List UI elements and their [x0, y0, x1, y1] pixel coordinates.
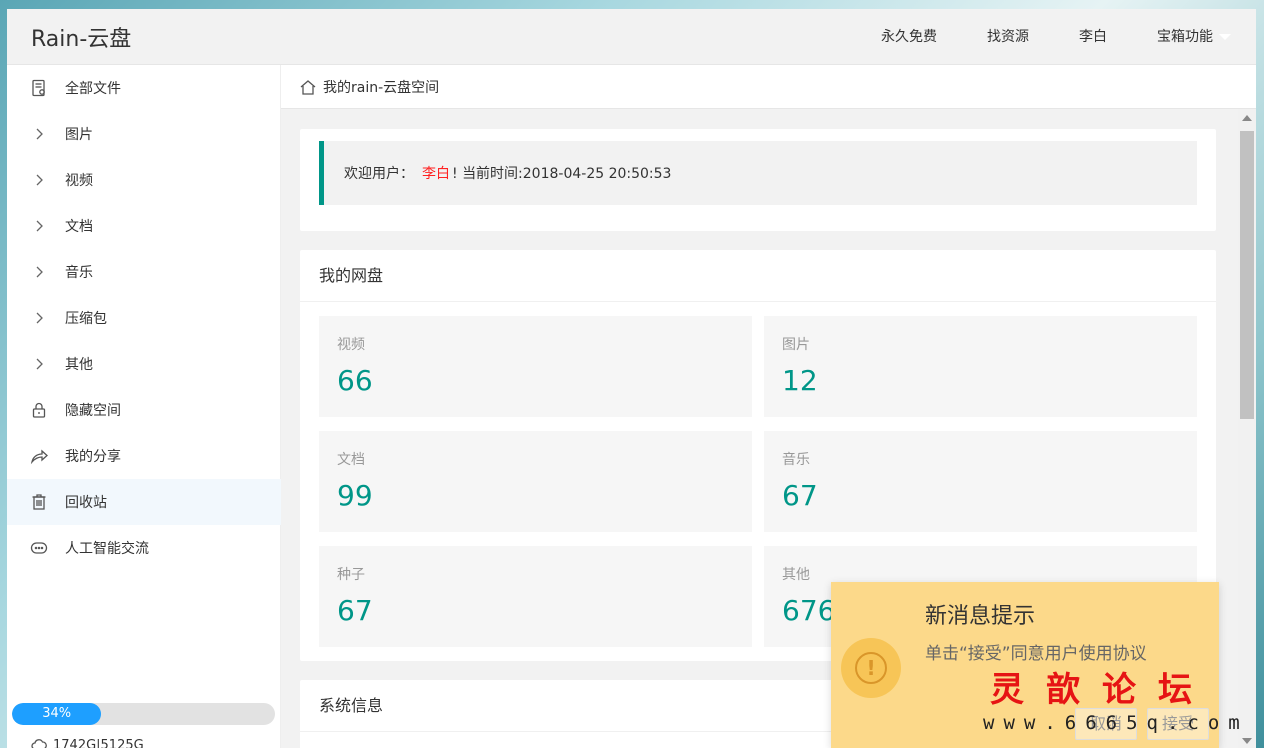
stat-label: 音乐: [782, 452, 810, 468]
stat-value: 67: [337, 594, 373, 627]
scroll-down-icon[interactable]: [1242, 738, 1252, 744]
chevron-right-icon: [29, 124, 49, 144]
nav-treasure[interactable]: 宝箱功能: [1132, 9, 1256, 65]
stat-label: 其他: [782, 567, 810, 583]
stat-images[interactable]: 图片 12: [764, 316, 1197, 417]
top-nav: 永久免费 找资源 李白 宝箱功能: [856, 9, 1256, 65]
watermark-title: 灵歆论坛: [990, 670, 1214, 710]
sidebar-item-label: 人工智能交流: [65, 541, 149, 557]
app-logo[interactable]: Rain-云盘: [31, 21, 131, 53]
sidebar-item-videos[interactable]: 视频: [7, 157, 281, 203]
stat-value: 99: [337, 479, 373, 512]
lock-icon: [29, 400, 49, 420]
sidebar-item-label: 图片: [65, 127, 93, 143]
nav-user[interactable]: 李白: [1054, 9, 1132, 65]
sidebar-item-ai-chat[interactable]: 人工智能交流: [7, 525, 281, 571]
home-icon: [300, 79, 316, 95]
stat-documents[interactable]: 文档 99: [319, 431, 752, 532]
nav-free[interactable]: 永久免费: [856, 9, 962, 65]
breadcrumb-label[interactable]: 我的rain-云盘空间: [323, 77, 439, 97]
sidebar-item-label: 文档: [65, 219, 93, 235]
caret-down-icon: [1219, 34, 1231, 40]
stat-music[interactable]: 音乐 67: [764, 431, 1197, 532]
welcome-time: ! 当前时间:2018-04-25 20:50:53: [452, 166, 672, 182]
stat-label: 视频: [337, 337, 365, 353]
stat-torrents[interactable]: 种子 67: [319, 546, 752, 647]
welcome-prefix: 欢迎用户：: [344, 166, 414, 182]
sidebar-item-label: 回收站: [65, 495, 107, 511]
sidebar-item-images[interactable]: 图片: [7, 111, 281, 157]
sidebar-item-hidden-space[interactable]: 隐藏空间: [7, 387, 281, 433]
chevron-right-icon: [29, 354, 49, 374]
scroll-thumb[interactable]: [1240, 131, 1254, 419]
chevron-right-icon: [29, 170, 49, 190]
sidebar-item-label: 全部文件: [65, 81, 121, 97]
storage-progress-bar: 34%: [12, 703, 275, 725]
breadcrumb: 我的rain-云盘空间: [281, 65, 1256, 109]
sidebar-item-label: 其他: [65, 357, 93, 373]
sidebar-item-my-shares[interactable]: 我的分享: [7, 433, 281, 479]
welcome-user: 李白: [422, 166, 450, 182]
storage-icon: [31, 739, 47, 748]
sidebar-item-label: 压缩包: [65, 311, 107, 327]
stat-value: 66: [337, 364, 373, 397]
chevron-right-icon: [29, 308, 49, 328]
sidebar-item-label: 视频: [65, 173, 93, 189]
storage-text: 1742G|5125G: [53, 737, 144, 748]
warning-icon: !: [841, 638, 901, 698]
sidebar-item-label: 隐藏空间: [65, 403, 121, 419]
sidebar-item-music[interactable]: 音乐: [7, 249, 281, 295]
sidebar: 全部文件 图片 视频 文档 音乐 压缩包 其他 隐藏空间 我的分享 回收站 人工…: [7, 65, 281, 748]
storage-progress-fill: 34%: [12, 703, 102, 725]
top-header: Rain-云盘 永久免费 找资源 李白 宝箱功能: [7, 9, 1256, 65]
chevron-right-icon: [29, 216, 49, 236]
sidebar-item-label: 音乐: [65, 265, 93, 281]
welcome-card: 欢迎用户： 李白 ! 当前时间:2018-04-25 20:50:53: [300, 129, 1216, 231]
notification-title: 新消息提示: [925, 604, 1036, 629]
storage-info: 1742G|5125G: [31, 737, 144, 748]
stat-label: 文档: [337, 452, 365, 468]
sidebar-item-other[interactable]: 其他: [7, 341, 281, 387]
scroll-up-icon[interactable]: [1242, 115, 1252, 121]
stat-videos[interactable]: 视频 66: [319, 316, 752, 417]
sidebar-item-archives[interactable]: 压缩包: [7, 295, 281, 341]
vertical-scrollbar[interactable]: [1238, 109, 1256, 748]
sidebar-item-recycle-bin[interactable]: 回收站: [7, 479, 281, 525]
watermark-url: www.6665q.com: [983, 712, 1249, 734]
chevron-right-icon: [29, 262, 49, 282]
sidebar-item-documents[interactable]: 文档: [7, 203, 281, 249]
disk-card-title: 我的网盘: [300, 250, 1216, 302]
welcome-message: 欢迎用户： 李白 ! 当前时间:2018-04-25 20:50:53: [319, 141, 1197, 205]
sidebar-item-all-files[interactable]: 全部文件: [7, 65, 281, 111]
stat-value: 67: [782, 479, 818, 512]
sidebar-item-label: 我的分享: [65, 449, 121, 465]
file-icon: [29, 78, 49, 98]
stat-value: 12: [782, 364, 818, 397]
nav-find-resources[interactable]: 找资源: [962, 9, 1054, 65]
trash-icon: [29, 492, 49, 512]
chat-icon: [29, 538, 49, 558]
stat-label: 种子: [337, 567, 365, 583]
share-icon: [29, 446, 49, 466]
nav-treasure-label: 宝箱功能: [1157, 29, 1213, 45]
stat-label: 图片: [782, 337, 810, 353]
